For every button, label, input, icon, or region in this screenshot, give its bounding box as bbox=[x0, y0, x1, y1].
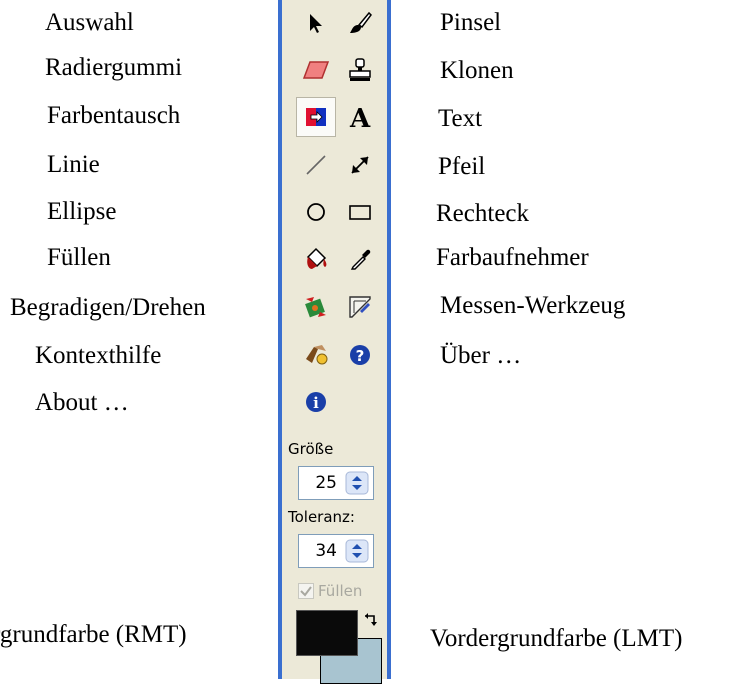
label-pfeil: Pfeil bbox=[438, 153, 486, 180]
tool-rectangle[interactable] bbox=[340, 192, 380, 232]
svg-text:i: i bbox=[313, 394, 319, 412]
tool-clone[interactable] bbox=[340, 50, 380, 90]
color-swatches bbox=[296, 610, 386, 684]
tolerance-label: Toleranz: bbox=[288, 508, 355, 526]
label-begradigen: Begradigen/Drehen bbox=[10, 294, 206, 321]
color-picker-icon bbox=[350, 249, 371, 270]
fill-checkbox[interactable]: Füllen bbox=[298, 582, 362, 600]
rectangle-icon bbox=[349, 205, 371, 220]
label-farbaufnehmer: Farbaufnehmer bbox=[436, 244, 589, 271]
checkbox-icon bbox=[298, 583, 314, 599]
label-klonen: Klonen bbox=[440, 57, 514, 84]
label-linie: Linie bbox=[47, 151, 100, 178]
tool-color-picker[interactable] bbox=[340, 239, 380, 279]
label-ueber: Über … bbox=[440, 342, 522, 369]
label-fuellen: Füllen bbox=[47, 244, 111, 271]
tool-line[interactable] bbox=[296, 145, 336, 185]
measure-icon bbox=[349, 296, 371, 318]
label-hintergrundfarbe: rgrundfarbe (RMT) bbox=[0, 621, 187, 648]
size-spinner[interactable]: 25 bbox=[298, 466, 374, 500]
label-vordergrundfarbe: Vordergrundfarbe (LMT) bbox=[430, 625, 683, 652]
foreground-color-swatch[interactable] bbox=[296, 610, 358, 656]
label-rechteck: Rechteck bbox=[436, 200, 530, 227]
tool-info[interactable]: i bbox=[296, 382, 336, 422]
label-auswahl: Auswahl bbox=[45, 9, 134, 36]
label-pinsel: Pinsel bbox=[440, 9, 502, 36]
tool-context-help[interactable] bbox=[296, 335, 336, 375]
tool-straighten-rotate[interactable] bbox=[296, 287, 336, 327]
label-radiergummi: Radiergummi bbox=[45, 54, 183, 81]
tool-selection[interactable] bbox=[296, 3, 336, 43]
label-messen: Messen-Werkzeug bbox=[440, 292, 626, 319]
label-ellipse: Ellipse bbox=[47, 198, 117, 225]
arrow-pointer-icon bbox=[310, 14, 322, 33]
eraser-icon bbox=[302, 61, 330, 79]
straighten-rotate-icon bbox=[305, 297, 326, 318]
line-icon bbox=[306, 155, 326, 175]
spinner-arrows-icon[interactable] bbox=[345, 471, 369, 495]
ellipse-icon bbox=[307, 203, 325, 221]
label-farbentausch: Farbentausch bbox=[47, 102, 181, 129]
swap-arrow-icon[interactable] bbox=[362, 612, 380, 630]
fill-label: Füllen bbox=[318, 582, 363, 600]
tool-palette: A ? i Größe 25 Toleranz: 34 Füllen bbox=[278, 0, 391, 684]
question-icon: ? bbox=[350, 345, 370, 365]
svg-text:?: ? bbox=[356, 347, 365, 365]
spinner-arrows-icon[interactable] bbox=[345, 539, 369, 563]
svg-text:A: A bbox=[349, 104, 371, 131]
tool-about[interactable]: ? bbox=[340, 335, 380, 375]
swap-colors-icon bbox=[306, 108, 326, 126]
tool-ellipse[interactable] bbox=[296, 192, 336, 232]
clone-stamp-icon bbox=[349, 58, 371, 81]
fill-bucket-icon bbox=[306, 247, 327, 269]
tool-text[interactable]: A bbox=[340, 97, 380, 137]
tool-eraser[interactable] bbox=[296, 50, 336, 90]
size-value: 25 bbox=[315, 473, 337, 493]
brush-icon bbox=[350, 11, 372, 33]
tolerance-spinner[interactable]: 34 bbox=[298, 534, 374, 568]
size-label: Größe bbox=[288, 440, 334, 458]
tolerance-value: 34 bbox=[315, 541, 337, 561]
info-icon: i bbox=[306, 392, 326, 412]
tool-fill[interactable] bbox=[296, 239, 336, 279]
tool-swap-colors[interactable] bbox=[296, 97, 336, 137]
label-text: Text bbox=[438, 105, 483, 132]
tool-brush[interactable] bbox=[340, 3, 380, 43]
tool-arrow[interactable] bbox=[340, 145, 380, 185]
label-about: About … bbox=[35, 389, 129, 416]
text-icon: A bbox=[349, 104, 371, 131]
arrow-icon bbox=[351, 156, 369, 174]
context-help-icon bbox=[306, 345, 328, 365]
tool-measure[interactable] bbox=[340, 287, 380, 327]
label-kontexthilfe: Kontexthilfe bbox=[35, 342, 162, 369]
